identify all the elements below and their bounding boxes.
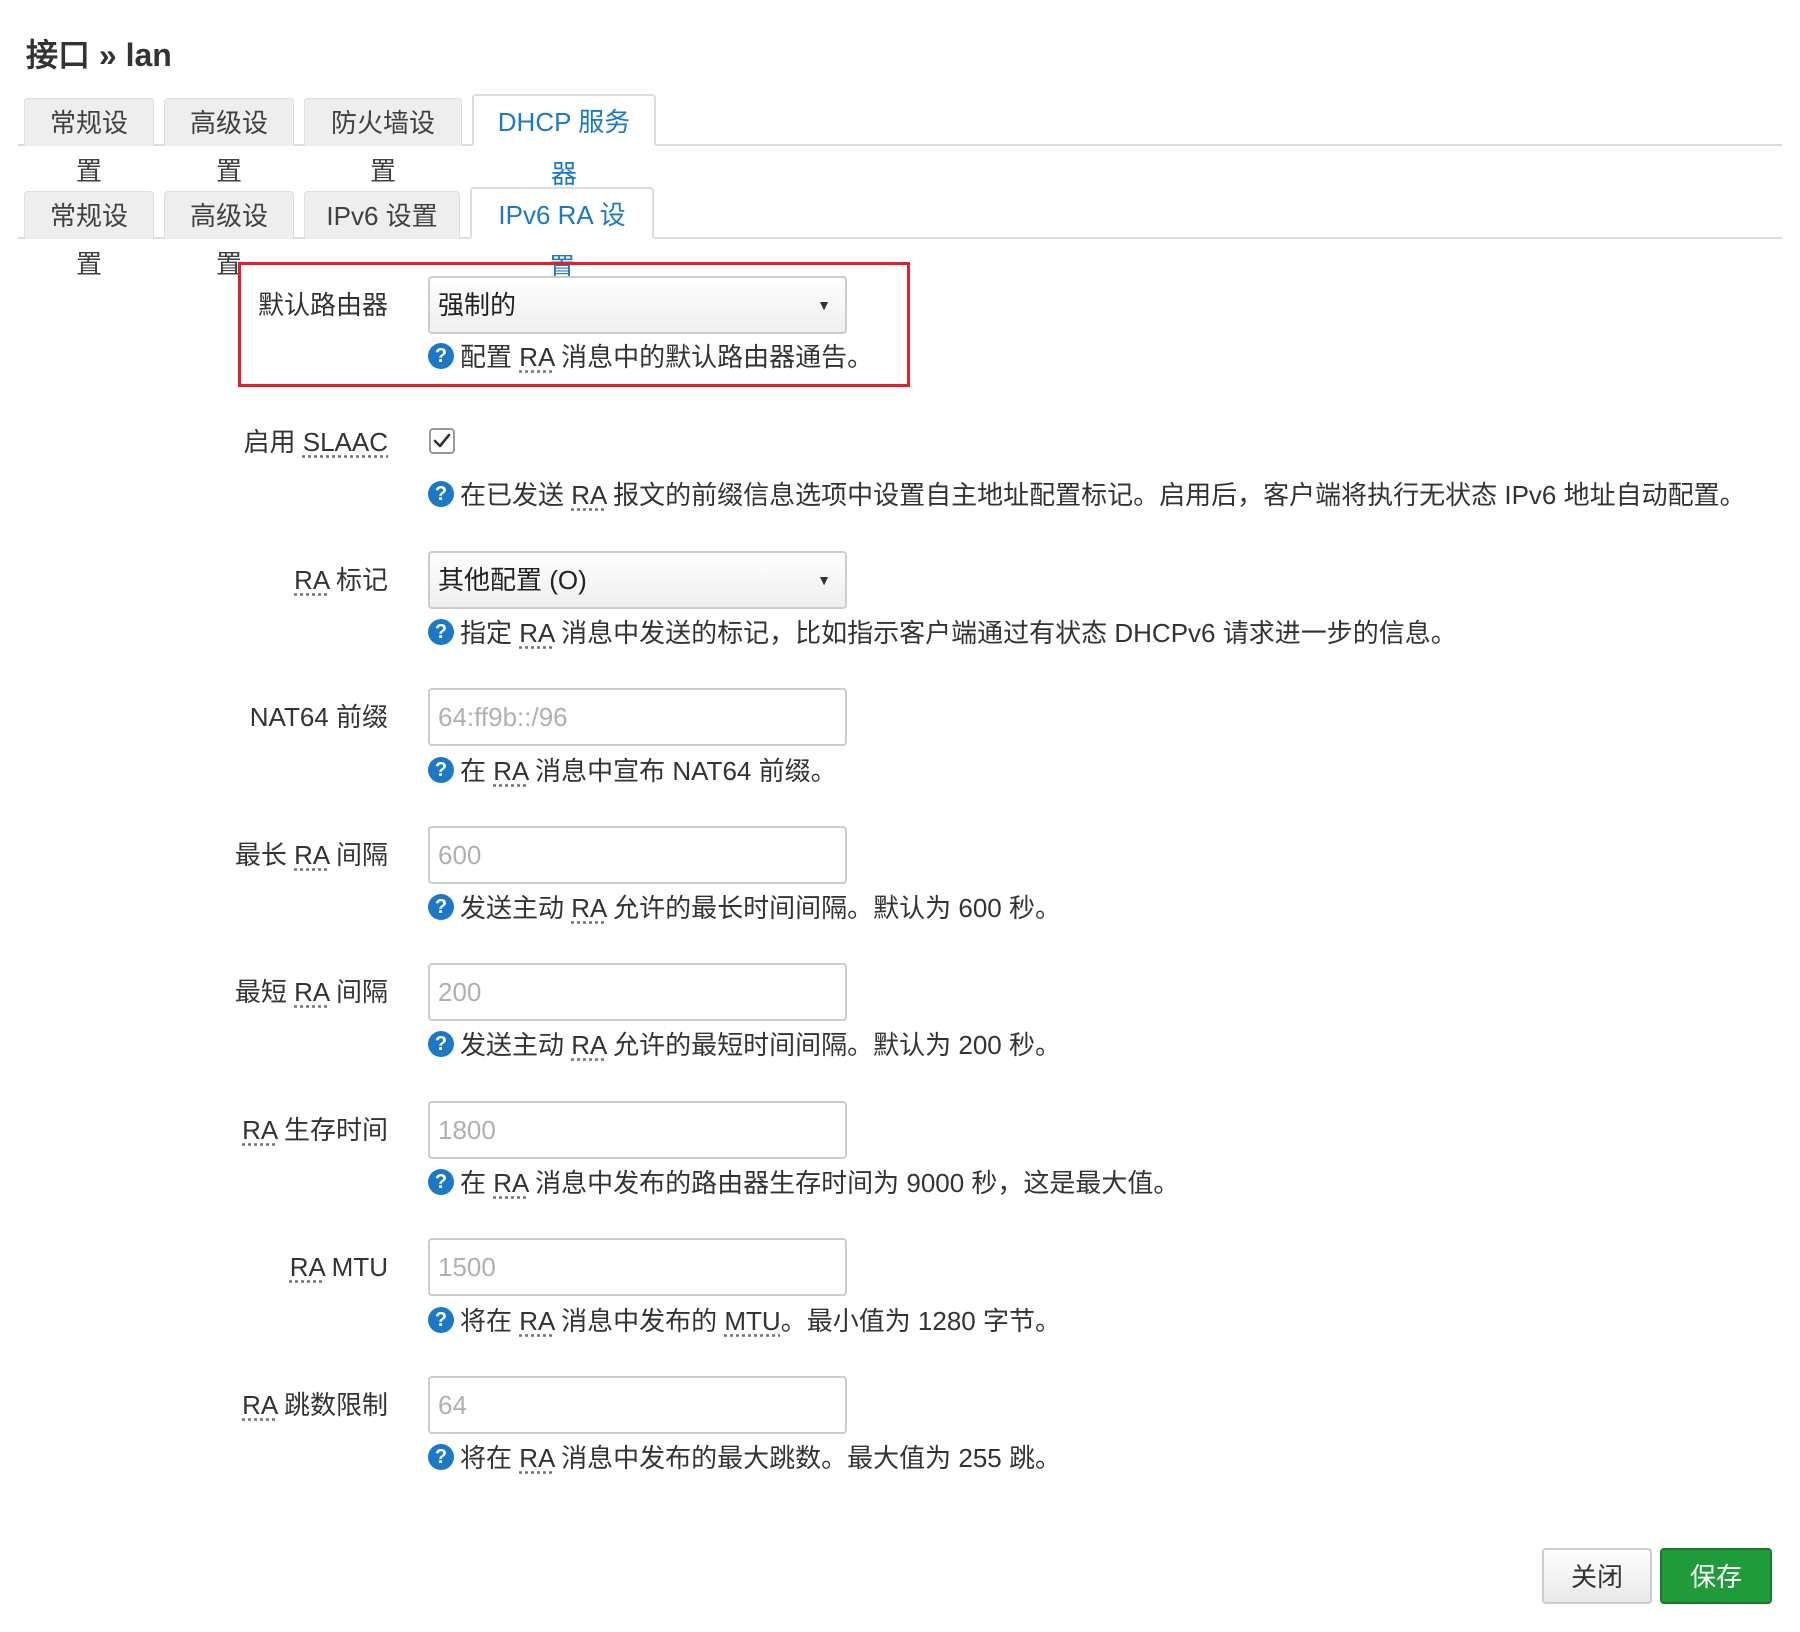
tab-firewall[interactable]: 防火墙设置 <box>304 98 462 186</box>
slaac-checkbox[interactable] <box>429 428 455 454</box>
nat64-label: NAT64 前缀 <box>249 702 388 732</box>
question-circle-icon: ? <box>428 1444 454 1470</box>
slaac-help: ? 在已发送 RA 报文的前缀信息选项中设置自主地址配置标记。启用后，客户端将执行… <box>428 478 1746 512</box>
page-title: 接口 » lan <box>26 37 172 73</box>
dropdown-arrow-icon: ▼ <box>817 572 831 588</box>
subtab-general[interactable]: 常规设置 <box>24 191 154 279</box>
question-circle-icon: ? <box>428 343 454 369</box>
ra-flags-label: RA 标记 <box>294 565 388 595</box>
default-router-label: 默认路由器 <box>257 290 388 320</box>
slaac-label: 启用 SLAAC <box>243 427 389 457</box>
min-interval-label: 最短 RA 间隔 <box>234 977 388 1007</box>
checkmark-icon <box>433 433 451 448</box>
ra-flags-value: 其他配置 (O) <box>438 565 587 595</box>
ra-lifetime-help: ? 在 RA 消息中发布的路由器生存时间为 9000 秒，这是最大值。 <box>428 1166 1179 1200</box>
subtab-ipv6-ra[interactable]: IPv6 RA 设置 <box>470 187 654 282</box>
question-circle-icon: ? <box>428 619 454 645</box>
sub-tabbar: 常规设置 高级设置 IPv6 设置 IPv6 RA 设置 <box>18 187 1782 282</box>
tab-dhcp-server[interactable]: DHCP 服务器 <box>472 94 656 189</box>
ra-lifetime-label: RA 生存时间 <box>242 1115 388 1145</box>
ra-mtu-input[interactable] <box>428 1238 847 1296</box>
ra-hoplimit-help: ? 将在 RA 消息中发布的最大跳数。最大值为 255 跳。 <box>428 1441 1061 1475</box>
question-circle-icon: ? <box>428 757 454 783</box>
default-router-select[interactable]: 强制的 ▼ <box>428 276 847 334</box>
default-router-value: 强制的 <box>438 290 517 320</box>
main-tabbar: 常规设置 高级设置 防火墙设置 DHCP 服务器 <box>18 94 1782 189</box>
min-interval-help: ? 发送主动 RA 允许的最短时间间隔。默认为 200 秒。 <box>428 1028 1061 1062</box>
tab-advanced[interactable]: 高级设置 <box>164 98 294 186</box>
save-button[interactable]: 保存 <box>1660 1548 1772 1604</box>
dropdown-arrow-icon: ▼ <box>817 297 831 313</box>
min-interval-input[interactable] <box>428 963 847 1021</box>
ra-lifetime-input[interactable] <box>428 1101 847 1159</box>
ra-hoplimit-label: RA 跳数限制 <box>242 1390 388 1420</box>
tab-general[interactable]: 常规设置 <box>24 98 154 186</box>
nat64-input[interactable] <box>428 688 847 746</box>
default-router-help: ? 配置 RA 消息中的默认路由器通告。 <box>428 340 873 374</box>
ra-flags-select[interactable]: 其他配置 (O) ▼ <box>428 551 847 609</box>
ra-hoplimit-input[interactable] <box>428 1376 847 1434</box>
max-interval-help: ? 发送主动 RA 允许的最长时间间隔。默认为 600 秒。 <box>428 891 1061 925</box>
max-interval-label: 最长 RA 间隔 <box>234 840 388 870</box>
ra-mtu-help: ? 将在 RA 消息中发布的 MTU。最小值为 1280 字节。 <box>428 1304 1061 1338</box>
question-circle-icon: ? <box>428 1307 454 1333</box>
subtab-ipv6[interactable]: IPv6 设置 <box>304 191 460 239</box>
ra-flags-help: ? 指定 RA 消息中发送的标记，比如指示客户端通过有状态 DHCPv6 请求进一… <box>428 616 1457 650</box>
nat64-help: ? 在 RA 消息中宣布 NAT64 前缀。 <box>428 754 837 788</box>
question-circle-icon: ? <box>428 1031 454 1057</box>
question-circle-icon: ? <box>428 481 454 507</box>
subtab-advanced[interactable]: 高级设置 <box>164 191 294 279</box>
ra-mtu-label: RA MTU <box>289 1252 388 1282</box>
max-interval-input[interactable] <box>428 826 847 884</box>
question-circle-icon: ? <box>428 894 454 920</box>
close-button[interactable]: 关闭 <box>1542 1548 1652 1604</box>
question-circle-icon: ? <box>428 1169 454 1195</box>
